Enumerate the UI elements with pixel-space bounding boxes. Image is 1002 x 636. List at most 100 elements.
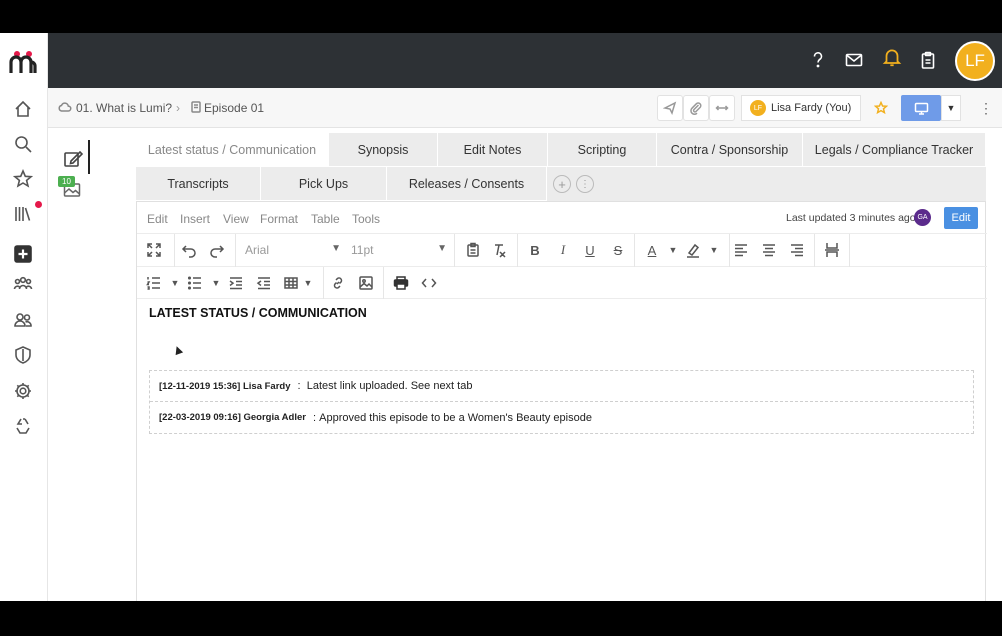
search-icon[interactable] (12, 133, 34, 155)
entry-separator: : (309, 411, 320, 424)
menu-tools[interactable]: Tools (352, 212, 380, 226)
outdent-icon[interactable] (253, 272, 275, 294)
tab-synopsis[interactable]: Synopsis (329, 133, 438, 167)
strikethrough-icon[interactable]: S (607, 239, 629, 261)
cloud-icon (58, 100, 72, 114)
align-center-icon[interactable] (758, 239, 780, 261)
menu-table[interactable]: Table (311, 212, 340, 226)
chevron-down-icon[interactable]: ▼ (662, 239, 684, 261)
font-family-select[interactable]: Arial ▼ (245, 239, 341, 261)
chevron-down-icon[interactable]: ▼ (205, 272, 227, 294)
expand-button[interactable] (709, 95, 735, 121)
menu-insert[interactable]: Insert (180, 212, 210, 226)
bold-icon[interactable]: B (524, 239, 546, 261)
communication-log-table: [12-11-2019 15:36] Lisa Fardy : Latest l… (149, 370, 974, 434)
tab-legals-compliance[interactable]: Legals / Compliance Tracker (803, 133, 986, 167)
align-left-icon[interactable] (730, 239, 752, 261)
menu-format[interactable]: Format (260, 212, 298, 226)
shield-icon[interactable] (12, 344, 34, 366)
undo-icon[interactable] (178, 239, 200, 261)
add-icon[interactable] (12, 243, 34, 265)
font-size-select[interactable]: 11pt ▼ (351, 239, 447, 261)
library-icon[interactable] (12, 203, 34, 225)
menu-view[interactable]: View (223, 212, 249, 226)
redo-icon[interactable] (206, 239, 228, 261)
last-updated-text: Last updated 3 minutes ago (786, 212, 916, 224)
mail-icon[interactable] (843, 49, 865, 71)
numbered-list-icon[interactable] (143, 272, 165, 294)
help-icon[interactable] (807, 49, 829, 71)
star-icon[interactable] (12, 168, 34, 190)
document-icon (189, 100, 203, 114)
tab-latest-status[interactable]: Latest status / Communication (136, 133, 329, 167)
lumi-logo[interactable] (8, 47, 38, 77)
send-button[interactable] (657, 95, 683, 121)
left-nav-rail (0, 33, 48, 601)
align-right-icon[interactable] (786, 239, 808, 261)
letterbox-bottom (0, 601, 1002, 636)
screen-dropdown-caret[interactable]: ▼ (941, 95, 961, 121)
tab-options-icon[interactable]: ⋮ (576, 175, 594, 193)
breadcrumb: 01. What is Lumi? › Episode 01 LF Lisa F… (48, 88, 1002, 128)
chevron-down-icon[interactable]: ▼ (164, 272, 186, 294)
underline-icon[interactable]: U (579, 239, 601, 261)
image-icon[interactable] (355, 272, 377, 294)
highlight-icon[interactable] (682, 239, 704, 261)
clipboard-icon[interactable] (917, 49, 939, 71)
tab-contra-sponsorship[interactable]: Contra / Sponsorship (657, 133, 803, 167)
chevron-down-icon[interactable]: ▼ (297, 272, 319, 294)
entry-meta: [12-11-2019 15:36] Lisa Fardy (159, 380, 291, 392)
edit-button[interactable]: Edit (944, 207, 978, 229)
italic-icon[interactable]: I (552, 239, 574, 261)
page-break-icon[interactable] (821, 239, 843, 261)
more-options-icon[interactable]: ⋮ (973, 95, 999, 121)
user-avatar[interactable]: LF (955, 41, 995, 81)
side-tools: 10 (48, 128, 136, 601)
text-color-icon[interactable]: A (641, 239, 663, 261)
bell-icon[interactable] (881, 46, 903, 68)
tab-transcripts[interactable]: Transcripts (136, 167, 261, 201)
chevron-down-icon[interactable]: ▼ (703, 239, 725, 261)
source-code-icon[interactable] (418, 272, 440, 294)
menu-edit[interactable]: Edit (147, 212, 168, 226)
settings-icon[interactable] (12, 380, 34, 402)
table-row[interactable]: [12-11-2019 15:36] Lisa Fardy : Latest l… (150, 371, 973, 402)
present-screen-button[interactable] (901, 95, 941, 121)
tab-releases-consents[interactable]: Releases / Consents (387, 167, 547, 201)
top-bar: LF (48, 33, 1002, 88)
current-user-chip[interactable]: LF Lisa Fardy (You) (741, 95, 861, 121)
clear-format-icon[interactable] (488, 239, 510, 261)
font-size-value: 11pt (351, 243, 374, 257)
bullet-list-icon[interactable] (184, 272, 206, 294)
print-icon[interactable] (390, 272, 412, 294)
edit-notes-icon[interactable] (62, 148, 86, 170)
rich-text-editor: Edit Insert View Format Table Tools Last… (136, 201, 987, 601)
user-chip-avatar: LF (750, 100, 766, 116)
entry-separator: : (294, 380, 307, 392)
team-icon[interactable] (12, 273, 34, 295)
breadcrumb-episode[interactable]: Episode 01 (204, 101, 264, 115)
tab-scripting[interactable]: Scripting (548, 133, 657, 167)
paste-icon[interactable] (462, 239, 484, 261)
recycle-icon[interactable] (12, 415, 34, 437)
breadcrumb-project[interactable]: 01. What is Lumi? (76, 101, 172, 115)
link-icon[interactable] (327, 272, 349, 294)
indent-icon[interactable] (225, 272, 247, 294)
active-indicator (88, 140, 90, 174)
entry-text: Latest link uploaded. See next tab (306, 380, 473, 392)
entry-text: Approved this episode to be a Women's Be… (319, 411, 592, 424)
user-chip-label: Lisa Fardy (You) (771, 102, 852, 114)
chevron-down-icon: ▼ (331, 243, 341, 254)
tab-pick-ups[interactable]: Pick Ups (261, 167, 387, 201)
favorite-star-icon[interactable] (868, 95, 894, 121)
home-icon[interactable] (12, 98, 34, 120)
add-tab-icon[interactable]: + (553, 175, 571, 193)
tab-edit-notes[interactable]: Edit Notes (438, 133, 548, 167)
users-icon[interactable] (12, 309, 34, 331)
document-title: LATEST STATUS / COMMUNICATION (149, 306, 367, 320)
chevron-down-icon: ▼ (437, 243, 447, 254)
attach-button[interactable] (683, 95, 709, 121)
fullscreen-icon[interactable] (143, 239, 165, 261)
notification-dot (35, 201, 42, 208)
table-row[interactable]: [22-03-2019 09:16] Georgia Adler : Appro… (150, 402, 973, 433)
